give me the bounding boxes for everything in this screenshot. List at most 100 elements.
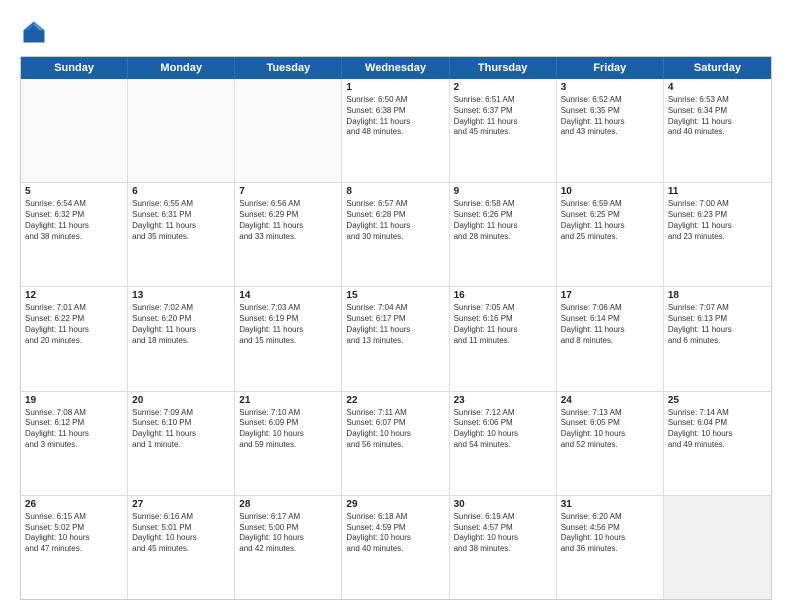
cell-info: Sunrise: 7:07 AM Sunset: 6:13 PM Dayligh… bbox=[668, 303, 767, 346]
cell-info: Sunrise: 6:19 AM Sunset: 4:57 PM Dayligh… bbox=[454, 512, 552, 555]
cell-info: Sunrise: 6:20 AM Sunset: 4:56 PM Dayligh… bbox=[561, 512, 659, 555]
calendar-cell-4-4: 30 Sunrise: 6:19 AM Sunset: 4:57 PM Dayli… bbox=[450, 496, 557, 599]
cell-info: Sunrise: 6:17 AM Sunset: 5:00 PM Dayligh… bbox=[239, 512, 337, 555]
calendar-cell-4-6 bbox=[664, 496, 771, 599]
weekday-header-monday: Monday bbox=[128, 57, 235, 79]
cell-info: Sunrise: 6:55 AM Sunset: 6:31 PM Dayligh… bbox=[132, 199, 230, 242]
calendar-cell-1-1: 6 Sunrise: 6:55 AM Sunset: 6:31 PM Daylig… bbox=[128, 183, 235, 286]
cell-info: Sunrise: 6:15 AM Sunset: 5:02 PM Dayligh… bbox=[25, 512, 123, 555]
cell-info: Sunrise: 7:05 AM Sunset: 6:16 PM Dayligh… bbox=[454, 303, 552, 346]
cell-info: Sunrise: 6:56 AM Sunset: 6:29 PM Dayligh… bbox=[239, 199, 337, 242]
cell-info: Sunrise: 7:00 AM Sunset: 6:23 PM Dayligh… bbox=[668, 199, 767, 242]
calendar-cell-3-3: 22 Sunrise: 7:11 AM Sunset: 6:07 PM Dayli… bbox=[342, 392, 449, 495]
calendar-cell-1-6: 11 Sunrise: 7:00 AM Sunset: 6:23 PM Dayli… bbox=[664, 183, 771, 286]
day-number: 5 bbox=[25, 186, 123, 197]
day-number: 10 bbox=[561, 186, 659, 197]
cell-info: Sunrise: 7:02 AM Sunset: 6:20 PM Dayligh… bbox=[132, 303, 230, 346]
calendar-row-0: 1 Sunrise: 6:50 AM Sunset: 6:38 PM Daylig… bbox=[21, 79, 771, 183]
day-number: 23 bbox=[454, 395, 552, 406]
day-number: 15 bbox=[346, 290, 444, 301]
day-number: 25 bbox=[668, 395, 767, 406]
calendar-cell-1-4: 9 Sunrise: 6:58 AM Sunset: 6:26 PM Daylig… bbox=[450, 183, 557, 286]
calendar-cell-4-3: 29 Sunrise: 6:18 AM Sunset: 4:59 PM Dayli… bbox=[342, 496, 449, 599]
day-number: 18 bbox=[668, 290, 767, 301]
cell-info: Sunrise: 6:52 AM Sunset: 6:35 PM Dayligh… bbox=[561, 95, 659, 138]
weekday-header-friday: Friday bbox=[557, 57, 664, 79]
day-number: 22 bbox=[346, 395, 444, 406]
cell-info: Sunrise: 6:50 AM Sunset: 6:38 PM Dayligh… bbox=[346, 95, 444, 138]
calendar-row-2: 12 Sunrise: 7:01 AM Sunset: 6:22 PM Dayli… bbox=[21, 287, 771, 391]
cell-info: Sunrise: 7:12 AM Sunset: 6:06 PM Dayligh… bbox=[454, 408, 552, 451]
cell-info: Sunrise: 6:16 AM Sunset: 5:01 PM Dayligh… bbox=[132, 512, 230, 555]
calendar-cell-0-4: 2Sunrise: 6:51 AM Sunset: 6:37 PM Daylig… bbox=[450, 79, 557, 182]
calendar-cell-1-3: 8Sunrise: 6:57 AM Sunset: 6:28 PM Daylig… bbox=[342, 183, 449, 286]
cell-info: Sunrise: 6:53 AM Sunset: 6:34 PM Dayligh… bbox=[668, 95, 767, 138]
logo bbox=[20, 18, 52, 46]
calendar-cell-1-0: 5 Sunrise: 6:54 AM Sunset: 6:32 PM Daylig… bbox=[21, 183, 128, 286]
calendar-row-3: 19 Sunrise: 7:08 AM Sunset: 6:12 PM Dayli… bbox=[21, 392, 771, 496]
day-number: 29 bbox=[346, 499, 444, 510]
calendar-cell-3-5: 24Sunrise: 7:13 AM Sunset: 6:05 PM Dayli… bbox=[557, 392, 664, 495]
calendar-cell-2-0: 12 Sunrise: 7:01 AM Sunset: 6:22 PM Dayli… bbox=[21, 287, 128, 390]
logo-icon bbox=[20, 18, 48, 46]
calendar-cell-4-1: 27Sunrise: 6:16 AM Sunset: 5:01 PM Dayli… bbox=[128, 496, 235, 599]
calendar: SundayMondayTuesdayWednesdayThursdayFrid… bbox=[20, 56, 772, 600]
day-number: 24 bbox=[561, 395, 659, 406]
day-number: 9 bbox=[454, 186, 552, 197]
day-number: 28 bbox=[239, 499, 337, 510]
day-number: 1 bbox=[346, 82, 444, 93]
day-number: 21 bbox=[239, 395, 337, 406]
day-number: 11 bbox=[668, 186, 767, 197]
day-number: 16 bbox=[454, 290, 552, 301]
cell-info: Sunrise: 6:18 AM Sunset: 4:59 PM Dayligh… bbox=[346, 512, 444, 555]
day-number: 3 bbox=[561, 82, 659, 93]
day-number: 31 bbox=[561, 499, 659, 510]
calendar-cell-0-5: 3 Sunrise: 6:52 AM Sunset: 6:35 PM Daylig… bbox=[557, 79, 664, 182]
cell-info: Sunrise: 7:11 AM Sunset: 6:07 PM Dayligh… bbox=[346, 408, 444, 451]
weekday-header-wednesday: Wednesday bbox=[342, 57, 449, 79]
calendar-cell-0-0 bbox=[21, 79, 128, 182]
cell-info: Sunrise: 6:57 AM Sunset: 6:28 PM Dayligh… bbox=[346, 199, 444, 242]
day-number: 17 bbox=[561, 290, 659, 301]
day-number: 12 bbox=[25, 290, 123, 301]
day-number: 7 bbox=[239, 186, 337, 197]
day-number: 20 bbox=[132, 395, 230, 406]
calendar-cell-3-2: 21Sunrise: 7:10 AM Sunset: 6:09 PM Dayli… bbox=[235, 392, 342, 495]
calendar-cell-0-3: 1 Sunrise: 6:50 AM Sunset: 6:38 PM Daylig… bbox=[342, 79, 449, 182]
calendar-cell-1-2: 7 Sunrise: 6:56 AM Sunset: 6:29 PM Daylig… bbox=[235, 183, 342, 286]
day-number: 6 bbox=[132, 186, 230, 197]
cell-info: Sunrise: 7:08 AM Sunset: 6:12 PM Dayligh… bbox=[25, 408, 123, 451]
cell-info: Sunrise: 7:09 AM Sunset: 6:10 PM Dayligh… bbox=[132, 408, 230, 451]
cell-info: Sunrise: 7:06 AM Sunset: 6:14 PM Dayligh… bbox=[561, 303, 659, 346]
header bbox=[20, 18, 772, 46]
cell-info: Sunrise: 7:03 AM Sunset: 6:19 PM Dayligh… bbox=[239, 303, 337, 346]
day-number: 26 bbox=[25, 499, 123, 510]
calendar-cell-3-6: 25 Sunrise: 7:14 AM Sunset: 6:04 PM Dayli… bbox=[664, 392, 771, 495]
calendar-cell-2-5: 17 Sunrise: 7:06 AM Sunset: 6:14 PM Dayli… bbox=[557, 287, 664, 390]
calendar-cell-4-0: 26 Sunrise: 6:15 AM Sunset: 5:02 PM Dayli… bbox=[21, 496, 128, 599]
cell-info: Sunrise: 7:04 AM Sunset: 6:17 PM Dayligh… bbox=[346, 303, 444, 346]
cell-info: Sunrise: 6:58 AM Sunset: 6:26 PM Dayligh… bbox=[454, 199, 552, 242]
day-number: 4 bbox=[668, 82, 767, 93]
weekday-header-sunday: Sunday bbox=[21, 57, 128, 79]
calendar-cell-3-0: 19 Sunrise: 7:08 AM Sunset: 6:12 PM Dayli… bbox=[21, 392, 128, 495]
calendar-header: SundayMondayTuesdayWednesdayThursdayFrid… bbox=[21, 57, 771, 79]
calendar-cell-2-4: 16 Sunrise: 7:05 AM Sunset: 6:16 PM Dayli… bbox=[450, 287, 557, 390]
day-number: 14 bbox=[239, 290, 337, 301]
weekday-header-tuesday: Tuesday bbox=[235, 57, 342, 79]
day-number: 19 bbox=[25, 395, 123, 406]
calendar-cell-2-1: 13Sunrise: 7:02 AM Sunset: 6:20 PM Dayli… bbox=[128, 287, 235, 390]
cell-info: Sunrise: 6:54 AM Sunset: 6:32 PM Dayligh… bbox=[25, 199, 123, 242]
calendar-cell-2-6: 18 Sunrise: 7:07 AM Sunset: 6:13 PM Dayli… bbox=[664, 287, 771, 390]
calendar-row-4: 26 Sunrise: 6:15 AM Sunset: 5:02 PM Dayli… bbox=[21, 496, 771, 599]
calendar-cell-2-2: 14 Sunrise: 7:03 AM Sunset: 6:19 PM Dayli… bbox=[235, 287, 342, 390]
page: SundayMondayTuesdayWednesdayThursdayFrid… bbox=[0, 0, 792, 612]
day-number: 30 bbox=[454, 499, 552, 510]
cell-info: Sunrise: 7:01 AM Sunset: 6:22 PM Dayligh… bbox=[25, 303, 123, 346]
calendar-cell-3-1: 20 Sunrise: 7:09 AM Sunset: 6:10 PM Dayli… bbox=[128, 392, 235, 495]
calendar-body: 1 Sunrise: 6:50 AM Sunset: 6:38 PM Daylig… bbox=[21, 79, 771, 599]
calendar-row-1: 5 Sunrise: 6:54 AM Sunset: 6:32 PM Daylig… bbox=[21, 183, 771, 287]
cell-info: Sunrise: 7:14 AM Sunset: 6:04 PM Dayligh… bbox=[668, 408, 767, 451]
weekday-header-thursday: Thursday bbox=[450, 57, 557, 79]
day-number: 2 bbox=[454, 82, 552, 93]
